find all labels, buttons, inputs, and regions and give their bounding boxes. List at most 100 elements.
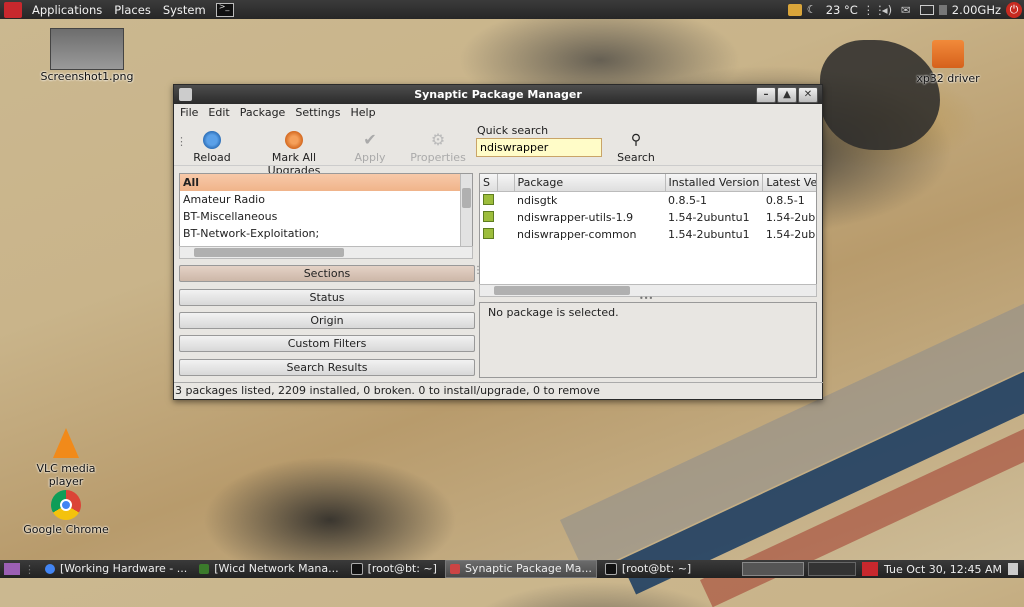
cpu-freq-icon	[938, 4, 947, 15]
status-filter-button[interactable]: Status	[179, 289, 475, 306]
scrollbar-thumb[interactable]	[494, 286, 630, 295]
section-item-bt-network-exploitation[interactable]: BT-Network-Exploitation;	[180, 225, 472, 242]
table-row[interactable]: ndiswrapper-utils-1.9 1.54-2ubuntu1 1.54…	[480, 209, 816, 226]
desktop-icon-label: xp32 driver	[916, 72, 980, 85]
weather-moon-icon[interactable]: ☾	[807, 3, 821, 16]
show-desktop-icon[interactable]	[4, 563, 20, 575]
desktop-icon-chrome[interactable]: Google Chrome	[16, 490, 116, 536]
wicd-icon	[199, 564, 210, 574]
search-results-filter-button[interactable]: Search Results	[179, 359, 475, 376]
reload-icon	[203, 131, 221, 149]
table-row[interactable]: ndisgtk 0.8.5-1 0.8.5-1	[480, 192, 816, 210]
task-root-terminal-2[interactable]: [root@bt: ~]	[601, 561, 695, 577]
close-button[interactable]: ✕	[798, 87, 818, 103]
window-titlebar[interactable]: Synaptic Package Manager – ▲ ✕	[174, 85, 822, 104]
menu-file[interactable]: File	[180, 106, 198, 119]
section-list-scrollbar[interactable]	[460, 174, 472, 246]
workspace-switcher[interactable]	[741, 562, 804, 576]
workspace-switcher-2[interactable]	[807, 562, 856, 576]
desktop-icon-label: Google Chrome	[23, 523, 109, 536]
origin-filter-button[interactable]: Origin	[179, 312, 475, 329]
column-header-status[interactable]: S	[480, 174, 498, 192]
search-button[interactable]: ⚲ Search	[616, 131, 656, 164]
package-name: ndiswrapper-common	[517, 228, 637, 241]
terminal-launcher-icon[interactable]	[215, 2, 234, 17]
task-root-terminal[interactable]: [root@bt: ~]	[347, 561, 441, 577]
toolbar-grip[interactable]: ⋮	[176, 135, 187, 148]
reload-button[interactable]: Reload	[192, 131, 232, 164]
folder-icon	[932, 40, 964, 68]
description-text: No package is selected.	[488, 306, 619, 319]
clock[interactable]: Tue Oct 30, 12:45 AM	[884, 563, 1002, 576]
sections-filter-button[interactable]: Sections	[179, 265, 475, 282]
section-list[interactable]: All Amateur Radio BT-Miscellaneous BT-Ne…	[179, 173, 473, 247]
volume-icon[interactable]: ◂)	[882, 4, 896, 16]
menu-settings[interactable]: Settings	[295, 106, 340, 119]
synaptic-icon	[449, 564, 460, 574]
task-working-hardware[interactable]: [Working Hardware - ...	[41, 561, 191, 577]
vlc-cone-icon	[53, 428, 79, 458]
package-table: S Package Installed Version Latest Vers …	[480, 174, 816, 243]
custom-filters-button[interactable]: Custom Filters	[179, 335, 475, 352]
mark-all-upgrades-button[interactable]: Mark All Upgrades	[244, 131, 344, 177]
scrollbar-thumb[interactable]	[462, 188, 471, 208]
package-list[interactable]: S Package Installed Version Latest Vers …	[479, 173, 817, 286]
menu-system[interactable]: System	[163, 3, 206, 17]
menu-package[interactable]: Package	[240, 106, 286, 119]
package-name: ndisgtk	[517, 194, 558, 207]
power-icon[interactable]: ⏻	[1006, 1, 1022, 18]
section-item-amateur-radio[interactable]: Amateur Radio	[180, 191, 472, 208]
synaptic-app-icon[interactable]	[179, 88, 192, 101]
properties-button[interactable]: ⚙ Properties	[409, 130, 467, 165]
installed-version: 1.54-2ubuntu1	[668, 211, 750, 224]
scrollbar-thumb[interactable]	[194, 248, 344, 257]
latest-version: 1.54-2ubun	[765, 211, 816, 224]
menu-applications[interactable]: Applications	[32, 3, 102, 17]
terminal-icon	[350, 563, 363, 575]
toolbar: ⋮ Reload Mark All Upgrades ✔ Apply ⚙ Pro…	[174, 121, 822, 177]
update-notifier-icon[interactable]	[787, 3, 802, 16]
menu-help[interactable]: Help	[350, 106, 375, 119]
desktop-icon-vlc[interactable]: VLC media player	[16, 428, 116, 488]
trash-icon[interactable]	[1008, 563, 1018, 575]
panel-grip: ⋮	[24, 562, 35, 576]
menu-places[interactable]: Places	[114, 3, 151, 17]
checkmark-icon: ✔	[363, 130, 377, 149]
battery-icon[interactable]	[919, 4, 934, 15]
column-header-support[interactable]	[497, 174, 515, 192]
image-thumbnail-icon	[50, 28, 124, 70]
section-item-bt-miscellaneous[interactable]: BT-Miscellaneous	[180, 208, 472, 225]
latest-version: 0.8.5-1	[765, 194, 805, 207]
column-header-installed-version[interactable]: Installed Version	[665, 174, 764, 192]
task-wicd-network-manager[interactable]: [Wicd Network Mana...	[195, 561, 342, 577]
column-header-package[interactable]: Package	[514, 174, 666, 192]
installed-version: 1.54-2ubuntu1	[668, 228, 750, 241]
cpu-frequency[interactable]: 2.00GHz	[952, 3, 1001, 17]
section-item-all[interactable]: All	[180, 174, 472, 191]
table-row[interactable]: ndiswrapper-common 1.54-2ubuntu1 1.54-2u…	[480, 226, 816, 243]
mail-icon[interactable]: ✉	[901, 4, 915, 16]
installed-status-icon[interactable]	[483, 227, 494, 239]
menu-edit[interactable]: Edit	[208, 106, 229, 119]
column-header-latest-version[interactable]: Latest Vers	[762, 174, 816, 192]
installed-status-icon[interactable]	[483, 193, 494, 205]
quick-search-label: Quick search	[477, 124, 549, 137]
network-icon[interactable]: ⋮⋮	[863, 4, 886, 16]
package-description-panel: No package is selected.	[479, 302, 817, 378]
terminal-icon	[604, 563, 617, 575]
temperature-readout[interactable]: 23 °C	[826, 3, 858, 17]
task-synaptic[interactable]: Synaptic Package Ma...	[444, 560, 597, 578]
desktop-icon-xp32-driver[interactable]: xp32 driver	[898, 40, 998, 85]
gear-icon: ⚙	[430, 130, 446, 149]
minimize-button[interactable]: –	[756, 87, 776, 103]
bt-logo-icon[interactable]	[4, 1, 22, 18]
desktop-icon-screenshot[interactable]: Screenshot1.png	[37, 28, 137, 83]
apply-button[interactable]: ✔ Apply	[350, 130, 390, 165]
section-list-hscroll[interactable]	[179, 246, 473, 259]
maximize-button[interactable]: ▲	[777, 87, 797, 103]
quick-search-input[interactable]	[476, 138, 602, 157]
installed-status-icon[interactable]	[483, 210, 494, 222]
magnifier-icon: ⚲	[630, 132, 642, 148]
bt-tray-icon[interactable]	[861, 562, 878, 576]
window-title: Synaptic Package Manager	[414, 88, 582, 101]
